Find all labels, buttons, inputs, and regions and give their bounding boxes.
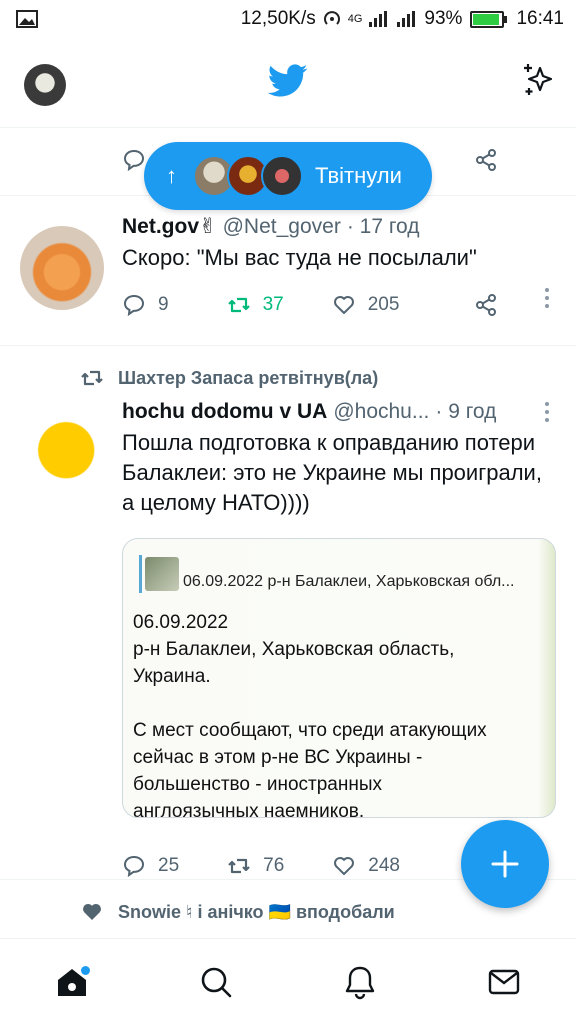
bottom-navigation bbox=[0, 938, 576, 1024]
unread-dot bbox=[81, 965, 90, 975]
new-tweets-pill[interactable]: ↑ Твітнули bbox=[144, 142, 432, 210]
author-name[interactable]: Net.gov✌ bbox=[122, 214, 217, 239]
reply-button[interactable] bbox=[122, 148, 146, 172]
author-handle[interactable]: @hochu... bbox=[333, 400, 429, 424]
share-icon bbox=[476, 149, 496, 171]
battery-percent: 93% bbox=[424, 8, 463, 29]
nav-search[interactable] bbox=[186, 952, 246, 1012]
reply-count: 9 bbox=[158, 294, 169, 315]
timeline-feed[interactable]: Net.gov✌ @Net_gover · 17 год Скоро: "Мы … bbox=[0, 128, 576, 938]
author-name[interactable]: hochu dodomu v UA bbox=[122, 400, 327, 424]
notifications-icon bbox=[345, 966, 375, 999]
retweet-context[interactable]: Шахтер Запаса ретвітнув(ла) bbox=[118, 368, 378, 389]
like-button[interactable]: 248 bbox=[332, 854, 400, 878]
retweet-count: 37 bbox=[262, 294, 284, 315]
liked-context-row[interactable]: Snowie ♮ і анічко 🇺🇦 вподобали bbox=[80, 900, 395, 924]
quote-thumbnail bbox=[145, 557, 179, 591]
tweet-text: Пошла подготовка к оправданию потери Бал… bbox=[122, 430, 542, 515]
signal-icon-2 bbox=[397, 11, 416, 27]
heart-icon bbox=[333, 296, 354, 314]
nav-home[interactable] bbox=[42, 952, 102, 1012]
tweet-card[interactable]: Net.gov✌ @Net_gover · 17 год Скоро: "Мы … bbox=[0, 196, 576, 346]
heart-filled-icon bbox=[83, 903, 101, 920]
compose-tweet-button[interactable] bbox=[461, 820, 549, 908]
battery-icon bbox=[470, 10, 508, 28]
profile-avatar[interactable] bbox=[24, 64, 66, 106]
retweet-icon bbox=[227, 297, 250, 313]
pill-avatars bbox=[193, 155, 303, 197]
share-button[interactable] bbox=[474, 293, 498, 317]
embed-text: 06.09.2022 р-н Балаклеи, Харьковская обл… bbox=[133, 612, 487, 818]
top-header bbox=[0, 38, 576, 128]
network-type: 4G bbox=[347, 13, 363, 25]
avatar bbox=[261, 155, 303, 197]
twitter-bird-icon[interactable] bbox=[268, 64, 308, 98]
embedded-image[interactable]: 06.09.2022 р-н Балаклеи, Харьковская обл… bbox=[122, 538, 556, 818]
tweet-avatar[interactable] bbox=[20, 404, 104, 488]
like-count: 248 bbox=[368, 855, 400, 876]
reply-button[interactable]: 25 bbox=[122, 854, 179, 878]
plus-icon bbox=[491, 850, 519, 878]
like-button[interactable]: 205 bbox=[332, 293, 400, 317]
heart-icon bbox=[334, 857, 355, 875]
nav-notifications[interactable] bbox=[330, 952, 390, 1012]
quote-line: 06.09.2022 р-н Балаклеи, Харьковская обл… bbox=[183, 573, 515, 590]
reply-button[interactable]: 9 bbox=[122, 293, 169, 317]
retweet-button[interactable]: 76 bbox=[227, 854, 284, 878]
clock: 16:41 bbox=[516, 8, 564, 29]
reply-icon bbox=[123, 149, 145, 172]
network-speed: 12,50K/s bbox=[240, 8, 316, 29]
share-icon bbox=[476, 294, 496, 316]
more-options-icon[interactable] bbox=[544, 288, 550, 310]
status-bar: 12,50K/s 4G 93% 16:41 bbox=[0, 0, 576, 38]
messages-icon bbox=[488, 969, 520, 994]
tweet-card[interactable]: Шахтер Запаса ретвітнув(ла) hochu dodomu… bbox=[0, 346, 576, 880]
share-button[interactable] bbox=[474, 148, 498, 172]
retweet-count: 76 bbox=[263, 855, 285, 876]
more-options-icon[interactable] bbox=[544, 402, 550, 424]
tweet-time: · 9 год bbox=[435, 400, 497, 423]
retweet-icon bbox=[81, 370, 103, 386]
tweet-text: Скоро: "Мы вас туда не посылали" bbox=[122, 245, 477, 270]
reply-count: 25 bbox=[158, 855, 180, 876]
signal-icon bbox=[369, 11, 388, 27]
pill-label: Твітнули bbox=[315, 163, 402, 188]
retweet-icon bbox=[228, 858, 250, 874]
retweet-button[interactable]: 37 bbox=[227, 293, 284, 317]
liked-context[interactable]: Snowie ♮ і анічко 🇺🇦 вподобали bbox=[118, 902, 395, 923]
nav-messages[interactable] bbox=[474, 952, 534, 1012]
quote-bar bbox=[139, 555, 142, 593]
tweet-time: · 17 год bbox=[346, 215, 420, 238]
tweet-avatar[interactable] bbox=[20, 226, 104, 310]
like-count: 205 bbox=[367, 294, 400, 315]
reply-icon bbox=[123, 294, 145, 317]
hotspot-icon bbox=[323, 11, 340, 25]
reply-icon bbox=[123, 855, 145, 878]
gallery-icon bbox=[16, 10, 38, 28]
sparkle-icon[interactable] bbox=[520, 62, 556, 98]
search-icon bbox=[201, 967, 232, 997]
arrow-up-icon: ↑ bbox=[166, 163, 177, 188]
author-handle[interactable]: @Net_gover bbox=[223, 215, 341, 239]
